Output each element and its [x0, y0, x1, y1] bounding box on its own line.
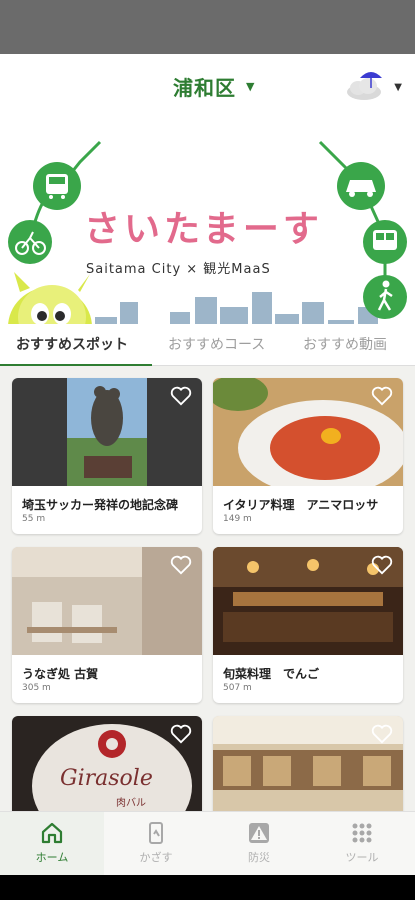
tab-bar: おすすめスポット おすすめコース おすすめ動画: [0, 324, 415, 367]
spot-card[interactable]: 埼玉サッカー発祥の地記念碑 55 m: [12, 378, 202, 534]
banner-subtitle: Saitama City × 観光MaaS: [86, 262, 271, 277]
weather-button[interactable]: ▼: [344, 66, 402, 102]
spot-title: 旬菜料理 でんご: [223, 667, 320, 681]
spot-card[interactable]: 旬菜料理 でんご 507 m: [213, 547, 403, 703]
nav-scan-label: かざす: [139, 851, 173, 864]
spot-distance: 305 m: [22, 683, 51, 693]
spot-distance: 149 m: [223, 514, 252, 524]
shop-sign-subtext: 肉バル: [116, 798, 146, 809]
spot-title: イタリア料理 アニマロッサ: [223, 498, 379, 512]
nav-disaster-label: 防災: [248, 851, 270, 864]
scan-phone-icon: [149, 822, 163, 844]
district-selector[interactable]: 浦和区 ▼: [173, 72, 254, 101]
spot-title: 埼玉サッカー発祥の地記念碑: [22, 498, 179, 512]
spot-distance: 507 m: [223, 683, 252, 693]
spot-distance: 55 m: [22, 514, 46, 524]
tab-recommended-courses[interactable]: おすすめコース: [168, 334, 265, 354]
nav-scan[interactable]: かざす: [116, 820, 196, 865]
favorite-heart-icon[interactable]: [371, 386, 393, 406]
spot-card[interactable]: うなぎ処 古賀 305 m: [12, 547, 202, 703]
banner-logo: さいたまーす: [84, 209, 323, 250]
nav-tools-label: ツール: [345, 851, 379, 864]
home-icon: [41, 822, 63, 844]
system-nav-bar: [0, 875, 415, 900]
spot-grid: 埼玉サッカー発祥の地記念碑 55 m イタリア料理 アニマロッサ 149 m う…: [0, 366, 415, 811]
nav-tools[interactable]: ツール: [322, 820, 402, 865]
bottom-nav: ホーム かざす 防災 ツール: [0, 811, 415, 875]
favorite-heart-icon[interactable]: [170, 386, 192, 406]
chevron-down-icon: ▼: [246, 80, 255, 93]
spot-card[interactable]: [213, 716, 403, 811]
favorite-heart-icon[interactable]: [170, 724, 192, 744]
nav-home-label: ホーム: [35, 851, 69, 864]
status-bar: [0, 0, 415, 54]
favorite-heart-icon[interactable]: [170, 555, 192, 575]
district-name: 浦和区: [173, 76, 236, 100]
tab-recommended-videos[interactable]: おすすめ動画: [303, 334, 387, 354]
grid-icon: [352, 823, 372, 843]
nav-disaster[interactable]: 防災: [219, 820, 299, 865]
spot-card[interactable]: イタリア料理 アニマロッサ 149 m: [213, 378, 403, 534]
tab-recommended-spots[interactable]: おすすめスポット: [16, 334, 128, 354]
warning-icon: [249, 823, 269, 843]
spot-title: うなぎ処 古賀: [22, 667, 99, 681]
shop-sign-text: Girasole: [60, 766, 153, 791]
app-screen: 浦和区 ▼ ▼ さいたまーす Saitama City × 観光MaaS おすす…: [0, 54, 415, 875]
nav-home[interactable]: ホーム: [12, 820, 92, 865]
weather-caret-icon: ▼: [394, 82, 402, 93]
weather-icon: [347, 72, 382, 100]
favorite-heart-icon[interactable]: [371, 724, 393, 744]
favorite-heart-icon[interactable]: [371, 555, 393, 575]
spot-card[interactable]: Girasole 肉バル: [12, 716, 202, 811]
